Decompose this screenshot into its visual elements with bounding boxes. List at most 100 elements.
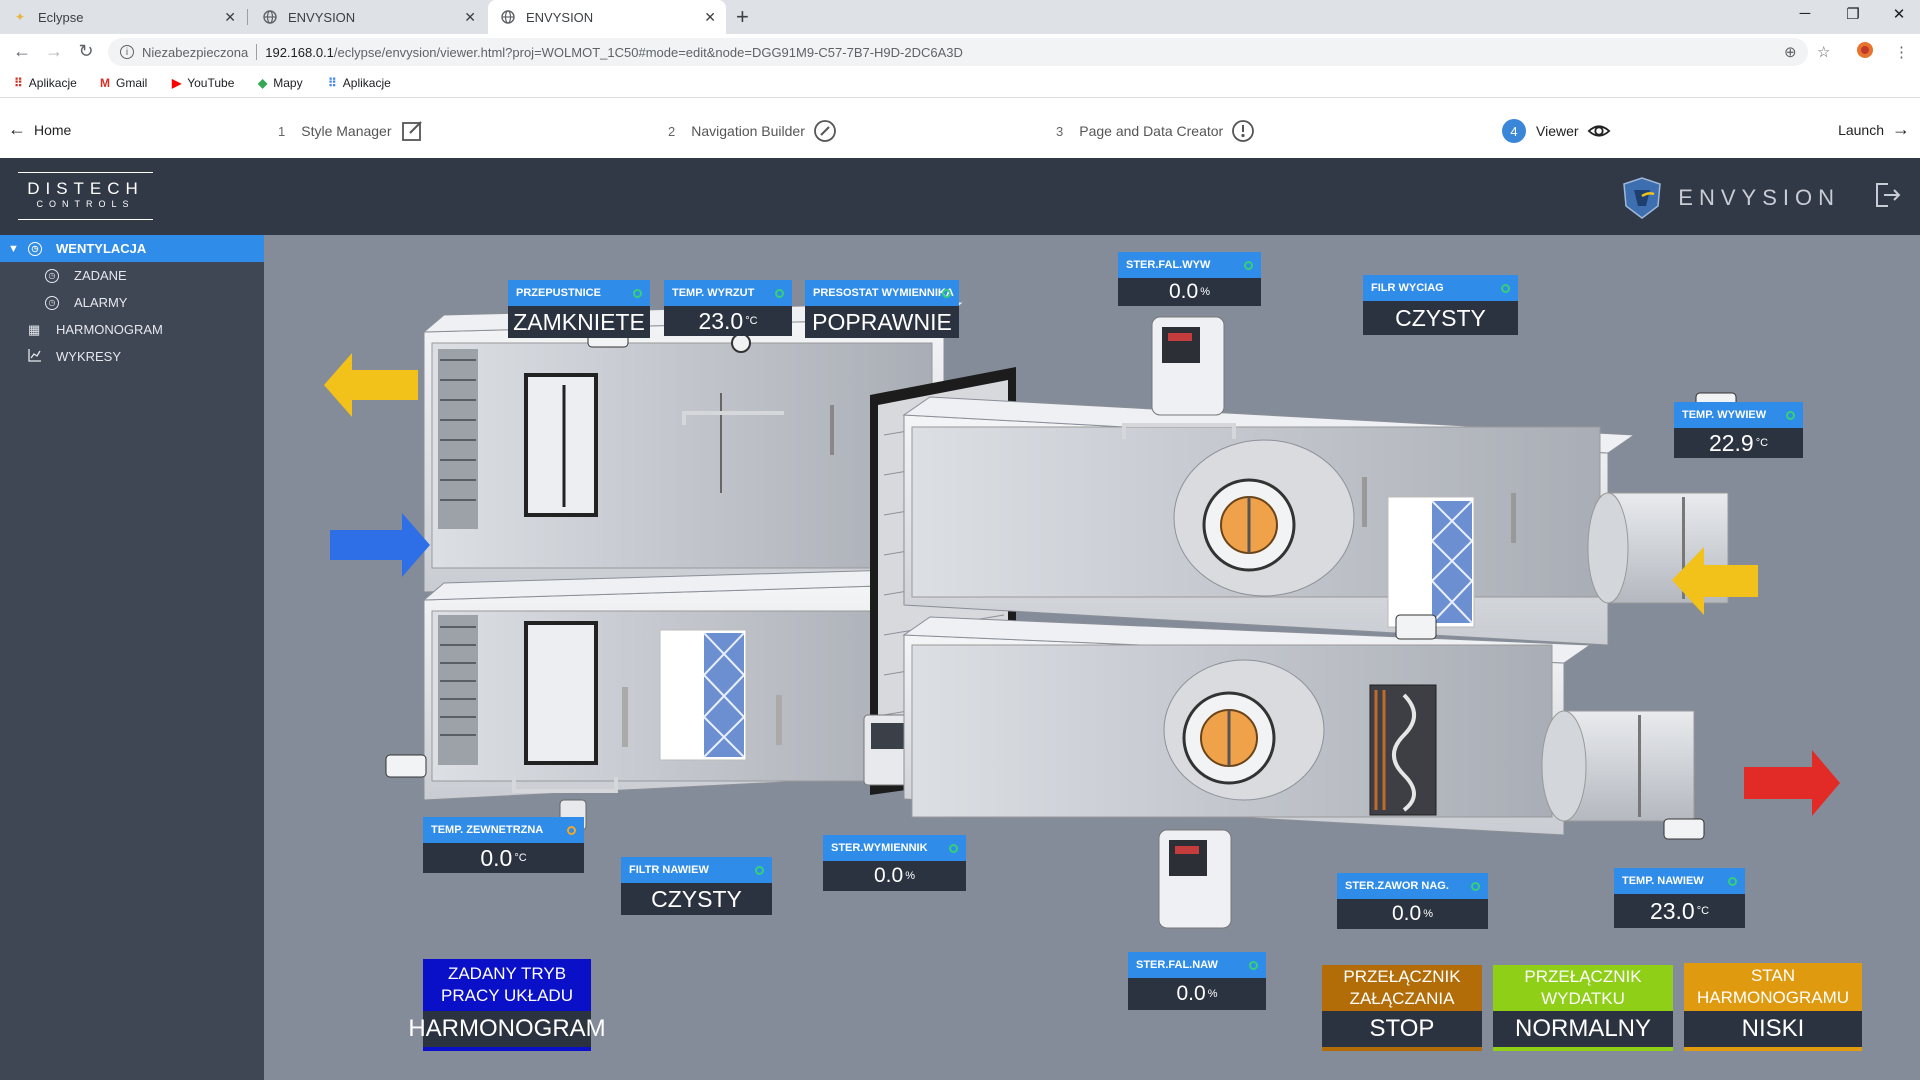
sidebar-item-label: HARMONOGRAM <box>56 322 163 337</box>
status-dot <box>1501 284 1510 293</box>
tile-temp-zewnetrzna[interactable]: TEMP. ZEWNETRZNA 0.0 °C <box>423 817 584 873</box>
tile-temp-nawiew[interactable]: TEMP. NAWIEW 23.0 °C <box>1614 868 1745 928</box>
sidebar-nav: ▼ ◷ WENTYLACJA ◷ ZADANE ◷ ALARMY ▦ HARMO… <box>0 235 264 1080</box>
close-tab-icon[interactable]: ✕ <box>224 9 236 26</box>
bookmark-label: YouTube <box>187 76 235 90</box>
tile-label: FILTR NAWIEW <box>621 857 772 883</box>
vfd-supply-fan <box>1158 829 1232 929</box>
bookmark-star-icon[interactable]: ☆ <box>1817 43 1830 61</box>
menu-kebab-icon[interactable]: ⋮ <box>1894 43 1909 61</box>
browser-tab-eclypse[interactable]: ✦ Eclypse ✕ <box>0 0 246 34</box>
tile-ster-fal-wyw[interactable]: STER.FAL.WYW 0.0% <box>1118 252 1261 306</box>
status-dot <box>1728 877 1737 886</box>
tile-value: 0.0% <box>1128 978 1266 1010</box>
bookmark-label: Mapy <box>273 76 303 90</box>
logout-icon[interactable] <box>1872 180 1902 210</box>
tile-label: STER.FAL.WYW <box>1118 252 1261 278</box>
sidebar-item-wykresy[interactable]: WYKRESY <box>0 343 264 370</box>
step-page-data-creator[interactable]: 3 Page and Data Creator <box>1056 119 1255 143</box>
calendar-icon: ▦ <box>28 321 41 337</box>
tab-title: Eclypse <box>38 9 84 25</box>
step-viewer[interactable]: 4 Viewer <box>1502 119 1611 143</box>
bookmark-mapy[interactable]: ◆ Mapy <box>258 76 303 90</box>
sidebar-item-label: ALARMY <box>74 295 128 310</box>
tile-zadany-tryb-pracy[interactable]: ZADANY TRYB PRACY UKŁADU HARMONOGRAM <box>408 959 606 1051</box>
logo-line-2: CONTROLS <box>36 199 135 209</box>
profile-avatar[interactable] <box>1856 41 1874 63</box>
supply-section-lower-right <box>902 616 1695 836</box>
close-window-icon[interactable]: ✕ <box>1884 5 1914 23</box>
sidebar-item-wentylacja[interactable]: ▼ ◷ WENTYLACJA <box>0 235 264 262</box>
bookmark-aplikacje-2[interactable]: ⠿ Aplikacje <box>328 76 391 90</box>
unit-label: % <box>1423 908 1433 920</box>
restore-window-icon[interactable]: ❐ <box>1838 5 1868 23</box>
info-icon[interactable]: i <box>120 45 134 59</box>
app-header: DISTECH CONTROLS ENVYSION <box>0 158 1920 235</box>
status-dot <box>775 289 784 298</box>
tile-stan-harmonogramu[interactable]: STAN HARMONOGRAMU NISKI <box>1684 963 1862 1051</box>
forward-arrow-icon[interactable]: → <box>42 41 66 62</box>
zoom-icon[interactable]: ⊕ <box>1784 43 1797 61</box>
unit-label: °C <box>745 315 758 327</box>
status-dot <box>942 289 951 298</box>
home-label: Home <box>34 121 72 138</box>
info-circle-icon <box>1231 119 1255 143</box>
status-dot <box>1244 261 1253 270</box>
tile-presostat-wymiennika[interactable]: PRESOSTAT WYMIENNIKA POPRAWNIE <box>805 280 959 338</box>
launch-button[interactable]: Launch → <box>1838 119 1910 140</box>
bookmark-label: Gmail <box>116 76 148 90</box>
sidebar-item-harmonogram[interactable]: ▦ HARMONOGRAM <box>0 316 264 343</box>
tile-value: ZAMKNIETE <box>508 306 650 338</box>
reload-icon[interactable]: ↻ <box>74 41 98 62</box>
tile-value: CZYSTY <box>1363 301 1518 335</box>
close-tab-icon[interactable]: ✕ <box>464 9 476 26</box>
bookmark-label: Aplikacje <box>342 76 391 90</box>
tile-ster-wymiennik[interactable]: STER.WYMIENNIK 0.0% <box>823 835 966 891</box>
browser-tab-envysion-active[interactable]: ENVYSION ✕ <box>488 0 726 34</box>
step-navigation-builder[interactable]: 2 Navigation Builder <box>668 119 837 143</box>
browser-tab-bar: ✦ Eclypse ✕ ENVYSION ✕ ENVYSION ✕ + ─ ❐ … <box>0 0 1920 34</box>
temp-sensor-outdoor <box>385 754 427 778</box>
step-number: 3 <box>1056 123 1064 139</box>
compass-icon <box>813 119 837 143</box>
envysion-wordmark: ENVYSION <box>1678 185 1840 210</box>
tile-filtr-nawiew[interactable]: FILTR NAWIEW CZYSTY <box>621 857 772 915</box>
sidebar-item-label: ZADANE <box>74 268 127 283</box>
tile-label: PRZEPUSTNICE <box>508 280 650 306</box>
url-omnibox[interactable]: i Niezabezpieczona 192.168.0.1 /eclypse/… <box>108 38 1808 66</box>
home-button[interactable]: ← Home <box>8 119 71 140</box>
envysion-shield-icon <box>1623 177 1662 219</box>
step-style-manager[interactable]: 1 Style Manager <box>278 119 424 143</box>
unit-label: % <box>1207 988 1218 1000</box>
tile-value: CZYSTY <box>621 883 772 915</box>
address-bar: ← → ↻ i Niezabezpieczona 192.168.0.1 /ec… <box>0 34 1920 70</box>
unit-label: % <box>905 870 915 882</box>
bookmark-aplikacje[interactable]: ⠿ Aplikacje <box>14 76 77 90</box>
back-arrow-icon[interactable]: ← <box>10 41 34 62</box>
tile-przelacznik-wydatku[interactable]: PRZEŁĄCZNIK WYDATKU NORMALNY <box>1493 965 1673 1051</box>
tile-temp-wywiew[interactable]: TEMP. WYWIEW 22.9 °C <box>1674 402 1803 458</box>
exhaust-air-arrow-icon <box>324 353 418 417</box>
tile-ster-zawor-nag[interactable]: STER.ZAWOR NAG. 0.0% <box>1337 873 1488 929</box>
status-dot <box>755 866 764 875</box>
tile-przelacznik-zalaczania[interactable]: PRZEŁĄCZNIK ZAŁĄCZANIA STOP <box>1322 965 1482 1051</box>
browser-tab-envysion[interactable]: ENVYSION ✕ <box>250 0 486 34</box>
tab-title: ENVYSION <box>288 9 356 25</box>
minimize-window-icon[interactable]: ─ <box>1790 5 1820 22</box>
tile-ster-fal-naw[interactable]: STER.FAL.NAW 0.0% <box>1128 952 1266 1010</box>
close-tab-icon[interactable]: ✕ <box>704 9 716 26</box>
bookmark-youtube[interactable]: ▶ YouTube <box>172 76 234 90</box>
tile-przepustnice[interactable]: PRZEPUSTNICE ZAMKNIETE <box>508 280 650 338</box>
bookmark-gmail[interactable]: M Gmail <box>100 76 147 90</box>
big-tile-value: HARMONOGRAM <box>408 1011 606 1051</box>
sidebar-item-label: WYKRESY <box>56 349 122 364</box>
tile-filr-wyciag[interactable]: FILR WYCIAG CZYSTY <box>1363 275 1518 335</box>
tile-temp-wyrzut[interactable]: TEMP. WYRZUT 23.0 °C <box>664 280 792 336</box>
tab-separator <box>247 9 248 25</box>
clock-icon: ◷ <box>28 241 42 256</box>
new-tab-button[interactable]: + <box>736 4 749 30</box>
sidebar-item-zadane[interactable]: ◷ ZADANE <box>0 262 264 289</box>
status-dot <box>949 844 958 853</box>
step-number: 1 <box>278 123 286 139</box>
sidebar-item-alarmy[interactable]: ◷ ALARMY <box>0 289 264 316</box>
